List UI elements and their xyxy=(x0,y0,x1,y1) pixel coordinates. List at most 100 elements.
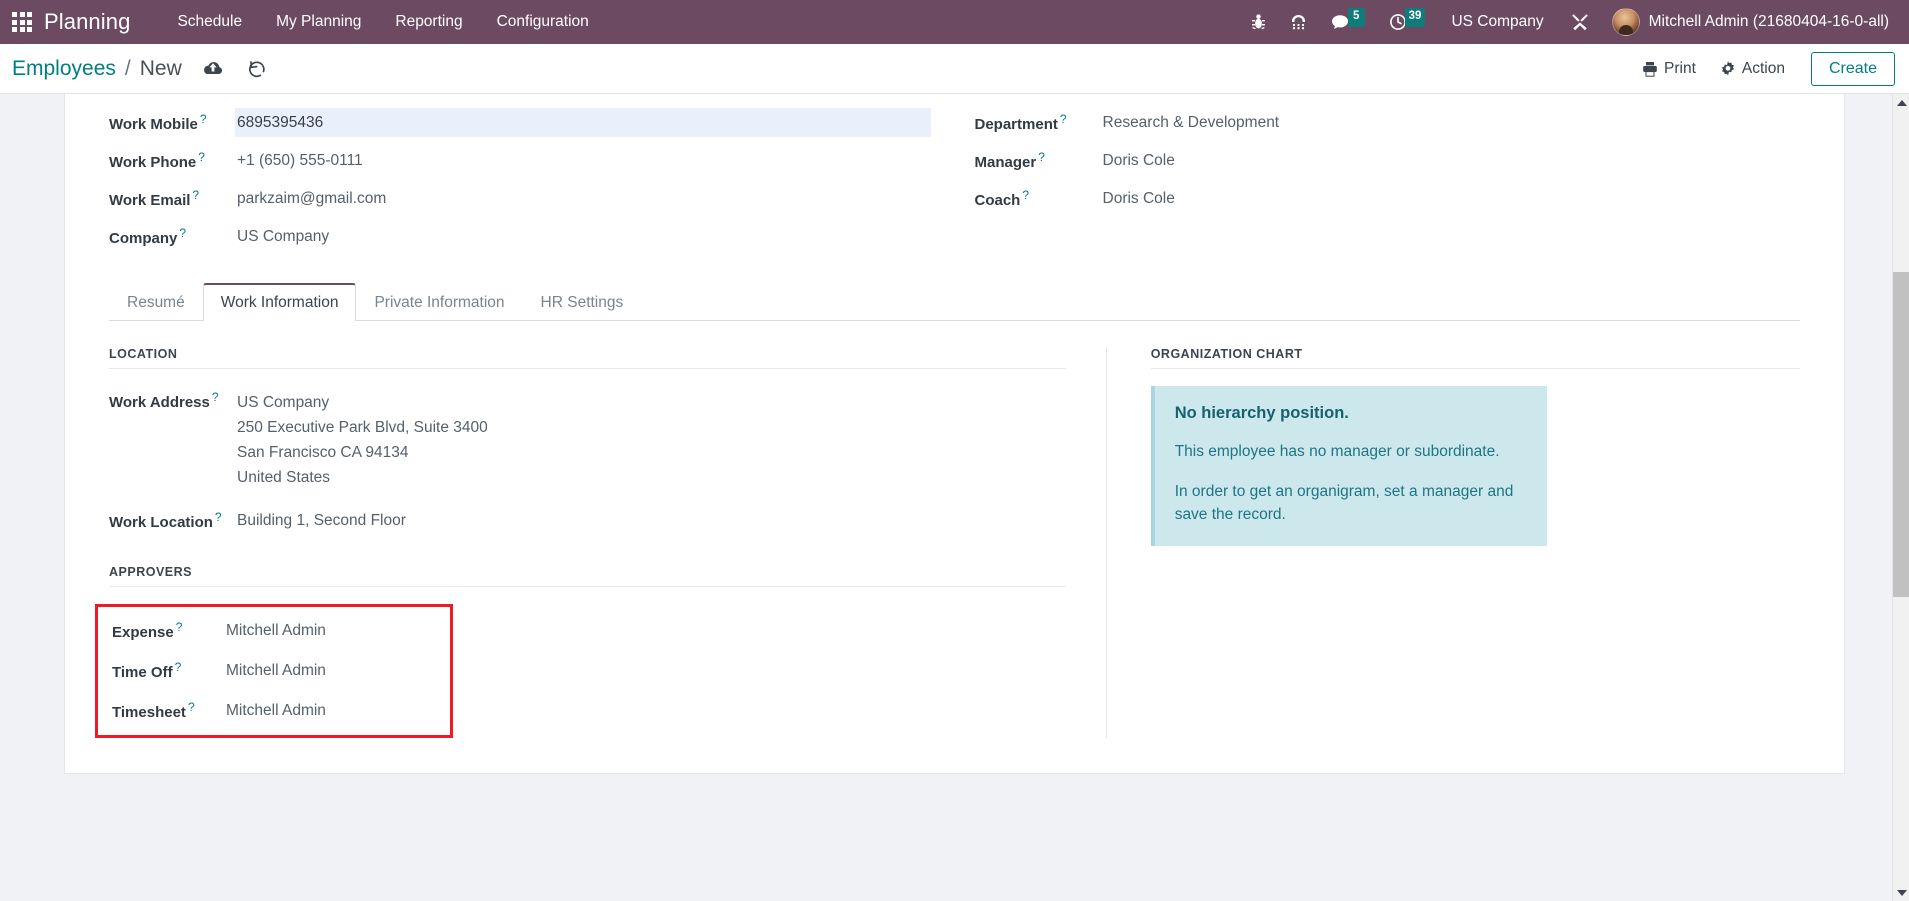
control-panel: Employees / New Print Action Create xyxy=(0,44,1909,94)
field-time-off-approver: Time Off? Mitchell Admin xyxy=(112,656,440,685)
section-title-location: LOCATION xyxy=(109,347,1066,369)
field-coach: Coach? Doris Cole xyxy=(975,184,1801,213)
printer-icon xyxy=(1643,61,1657,77)
value-department[interactable]: Research & Development xyxy=(1101,108,1801,137)
user-name: Mitchell Admin (21680404-16-0-all) xyxy=(1648,13,1889,30)
discard-undo-icon[interactable] xyxy=(244,56,270,82)
label-timesheet: Timesheet? xyxy=(112,700,195,721)
tab-work-information[interactable]: Work Information xyxy=(202,283,357,321)
field-work-address: Work Address? US Company 250 Executive P… xyxy=(109,386,1066,494)
tooltip-icon[interactable]: ? xyxy=(175,660,182,674)
work-address-line: United States xyxy=(237,469,331,486)
value-time-off-approver[interactable]: Mitchell Admin xyxy=(224,656,440,685)
section-title-organization-chart: ORGANIZATION CHART xyxy=(1150,347,1800,369)
form-sheet: Work Mobile? 6895395436 Work Phone? +1 (… xyxy=(64,94,1845,774)
bug-icon[interactable] xyxy=(1239,0,1278,44)
section-title-approvers: APPROVERS xyxy=(109,565,1066,587)
tab-hr-settings[interactable]: HR Settings xyxy=(523,283,642,321)
tooltip-icon[interactable]: ? xyxy=(1060,112,1067,126)
cloud-upload-save-icon[interactable] xyxy=(200,56,226,82)
pane-left-column: LOCATION Work Address? US Company 250 Ex… xyxy=(95,347,1107,738)
label-work-location: Work Location? xyxy=(109,510,222,531)
value-timesheet-approver[interactable]: Mitchell Admin xyxy=(224,696,440,725)
breadcrumb-employees[interactable]: Employees xyxy=(12,57,116,81)
print-button[interactable]: Print xyxy=(1630,54,1708,84)
navbar-right-cluster: 5 39 US Company Mitchell Admin (21680404… xyxy=(1239,0,1895,44)
label-work-email: Work Email? xyxy=(109,188,200,209)
value-work-mobile[interactable]: 6895395436 xyxy=(235,108,931,137)
form-scroll-area: Work Mobile? 6895395436 Work Phone? +1 (… xyxy=(0,94,1909,901)
vertical-scrollbar[interactable] xyxy=(1892,94,1909,901)
tooltip-icon[interactable]: ? xyxy=(212,390,219,404)
menu-item-configuration[interactable]: Configuration xyxy=(480,1,606,43)
field-company: Company? US Company xyxy=(109,222,931,251)
no-hierarchy-alert: No hierarchy position. This employee has… xyxy=(1150,386,1547,546)
tab-resume[interactable]: Resumé xyxy=(109,283,203,321)
clock-activities-icon[interactable]: 39 xyxy=(1377,0,1438,44)
menu-item-schedule[interactable]: Schedule xyxy=(160,1,259,43)
main-menu: Schedule My Planning Reporting Configura… xyxy=(160,1,605,43)
top-navbar: Planning Schedule My Planning Reporting … xyxy=(0,0,1909,44)
create-button[interactable]: Create xyxy=(1810,51,1895,86)
field-work-mobile: Work Mobile? 6895395436 xyxy=(109,108,931,137)
label-coach: Coach? xyxy=(974,188,1030,209)
tooltip-icon[interactable]: ? xyxy=(200,112,207,126)
tooltip-icon[interactable]: ? xyxy=(176,620,183,634)
tooltip-icon[interactable]: ? xyxy=(192,188,199,202)
apps-grid-icon[interactable] xyxy=(0,0,44,44)
notebook-tabs: Resumé Work Information Private Informat… xyxy=(109,282,1800,321)
label-work-phone: Work Phone? xyxy=(109,150,205,171)
work-address-line: San Francisco CA 94134 xyxy=(237,444,409,461)
activities-count-badge: 39 xyxy=(1404,8,1426,27)
tooltip-icon[interactable]: ? xyxy=(1022,188,1029,202)
tooltip-icon[interactable]: ? xyxy=(1038,150,1045,164)
alert-paragraph: In order to get an organigram, set a man… xyxy=(1174,483,1514,523)
value-company[interactable]: US Company xyxy=(235,222,931,251)
value-work-phone[interactable]: +1 (650) 555-0111 xyxy=(235,146,931,175)
messages-icon[interactable]: 5 xyxy=(1319,0,1377,44)
field-expense-approver: Expense? Mitchell Admin xyxy=(112,616,440,645)
work-address-line: 250 Executive Park Blvd, Suite 3400 xyxy=(237,419,488,436)
phone-keypad-icon[interactable] xyxy=(1278,0,1319,44)
label-work-address: Work Address? xyxy=(109,390,219,411)
tooltip-icon[interactable]: ? xyxy=(198,150,205,164)
field-work-location: Work Location? Building 1, Second Floor xyxy=(109,506,1066,535)
value-coach[interactable]: Doris Cole xyxy=(1101,184,1801,213)
value-work-address[interactable]: US Company 250 Executive Park Blvd, Suit… xyxy=(235,386,1066,494)
field-timesheet-approver: Timesheet? Mitchell Admin xyxy=(112,696,440,725)
debug-tools-icon[interactable] xyxy=(1558,0,1602,44)
app-brand-planning[interactable]: Planning xyxy=(44,9,130,35)
company-switcher[interactable]: US Company xyxy=(1437,13,1557,31)
menu-item-reporting[interactable]: Reporting xyxy=(378,1,479,43)
menu-item-my-planning[interactable]: My Planning xyxy=(259,1,378,43)
work-address-line: US Company xyxy=(237,394,330,411)
tab-private-information[interactable]: Private Information xyxy=(356,283,522,321)
sheet-background: Work Mobile? 6895395436 Work Phone? +1 (… xyxy=(0,94,1909,901)
scroll-down-arrow-icon[interactable] xyxy=(1893,884,1909,901)
approvers-section: APPROVERS Expense? Mitchell Admin Time O… xyxy=(95,565,1066,738)
value-expense-approver[interactable]: Mitchell Admin xyxy=(224,616,440,645)
value-manager[interactable]: Doris Cole xyxy=(1101,146,1801,175)
control-panel-actions: Print Action Create xyxy=(1630,51,1895,86)
field-work-phone: Work Phone? +1 (650) 555-0111 xyxy=(109,146,931,175)
label-time-off: Time Off? xyxy=(112,660,182,681)
action-label: Action xyxy=(1741,59,1785,77)
alert-title: No hierarchy position. xyxy=(1174,404,1349,422)
employee-field-groups: Work Mobile? 6895395436 Work Phone? +1 (… xyxy=(65,94,1844,260)
breadcrumb: Employees / New xyxy=(12,57,182,81)
field-group-left: Work Mobile? 6895395436 Work Phone? +1 (… xyxy=(109,108,955,260)
scrollbar-thumb[interactable] xyxy=(1893,272,1909,597)
user-menu[interactable]: Mitchell Admin (21680404-16-0-all) xyxy=(1602,8,1895,36)
scroll-up-arrow-icon[interactable] xyxy=(1893,94,1909,111)
label-expense: Expense? xyxy=(112,620,183,641)
field-department: Department? Research & Development xyxy=(975,108,1801,137)
tooltip-icon[interactable]: ? xyxy=(215,510,222,524)
tooltip-icon[interactable]: ? xyxy=(188,700,195,714)
tooltip-icon[interactable]: ? xyxy=(179,226,186,240)
value-work-location[interactable]: Building 1, Second Floor xyxy=(235,506,1066,535)
alert-paragraph: This employee has no manager or subordin… xyxy=(1174,443,1500,460)
value-work-email[interactable]: parkzaim@gmail.com xyxy=(235,184,931,213)
label-manager: Manager? xyxy=(974,150,1045,171)
action-button[interactable]: Action xyxy=(1708,54,1797,84)
pane-right-column: ORGANIZATION CHART No hierarchy position… xyxy=(1107,347,1800,738)
